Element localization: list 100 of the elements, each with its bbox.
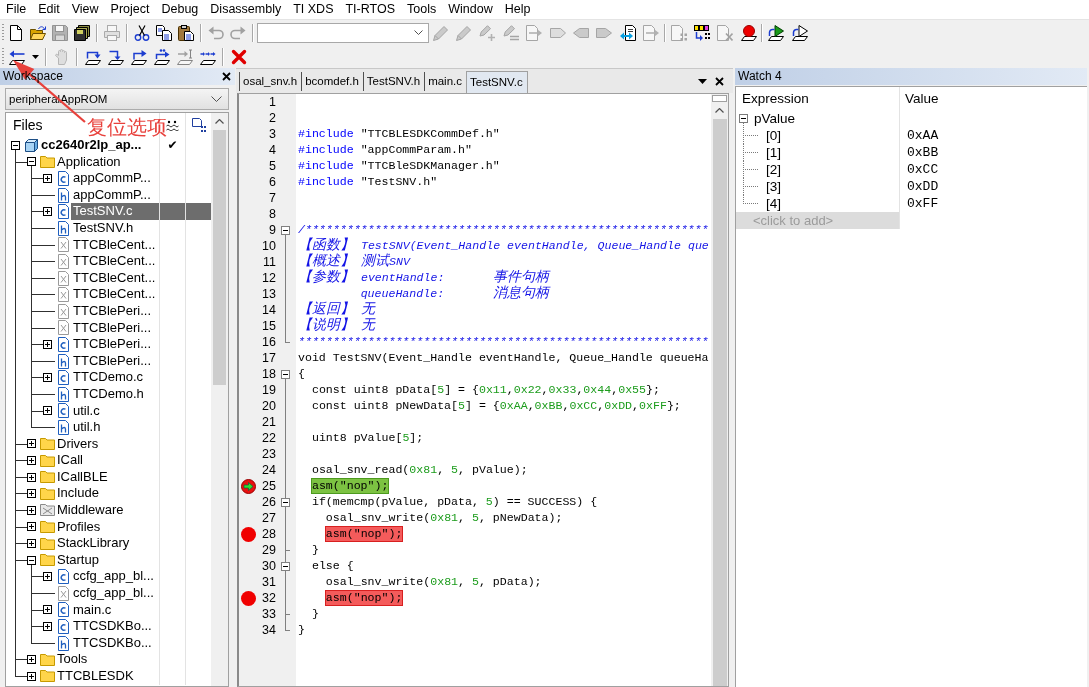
document-grid-icon[interactable] (191, 118, 206, 132)
scrollbar-track[interactable] (711, 94, 728, 686)
paste-icon[interactable] (178, 24, 194, 41)
tree-item[interactable]: TTCBlePeri... (71, 302, 159, 320)
plus-box-icon[interactable] (42, 572, 52, 582)
menu-item[interactable]: TI-RTOS (339, 0, 402, 19)
play-plate-icon[interactable] (768, 24, 785, 41)
plus-box-icon[interactable] (26, 505, 36, 515)
plus-box-icon[interactable] (42, 605, 52, 615)
tree-item[interactable]: util.c (71, 402, 159, 420)
plus-box-icon[interactable] (42, 174, 52, 183)
plus-box-icon[interactable] (26, 522, 36, 532)
dot-plate-icon[interactable] (740, 24, 757, 41)
watch-expression[interactable]: [1] (766, 144, 781, 161)
open-folder-icon[interactable] (30, 24, 46, 41)
tree-item[interactable]: Tools (55, 651, 159, 668)
editor-tab[interactable]: TestSNV.h (362, 72, 425, 91)
tree-item[interactable]: TTCBleCent... (71, 286, 159, 303)
new-file-icon[interactable] (8, 24, 24, 41)
tree-item[interactable]: util.h (71, 419, 159, 436)
minus-box-icon[interactable] (10, 140, 20, 150)
save-all-icon[interactable] (74, 24, 90, 41)
minus-box-icon[interactable] (26, 555, 36, 565)
menu-item[interactable]: Tools (401, 0, 443, 19)
close-icon[interactable] (715, 76, 724, 86)
menu-item[interactable]: Window (442, 0, 499, 19)
minus-box-icon[interactable] (280, 225, 290, 235)
cut-icon[interactable] (134, 24, 150, 41)
add-expression-field[interactable]: <click to add> (736, 212, 900, 229)
tree-item[interactable]: ccfg_app_bl... (71, 568, 159, 586)
tree-item[interactable]: appCommP... (71, 170, 159, 187)
plus-box-icon[interactable] (42, 406, 52, 416)
chevron-down-icon[interactable] (414, 30, 423, 35)
watch-expression[interactable]: pValue (754, 110, 796, 127)
grip-handle[interactable] (2, 23, 4, 42)
chevron-down-icon[interactable] (211, 96, 222, 102)
menu-item[interactable]: Project (104, 0, 156, 19)
tree-item[interactable]: TTCSDKBo... (71, 634, 159, 652)
document-swap-icon[interactable] (619, 24, 636, 41)
cross-icon[interactable] (230, 48, 247, 65)
plus-box-icon[interactable] (26, 671, 36, 681)
plus-box-icon[interactable] (42, 373, 52, 383)
minus-box-icon[interactable] (26, 157, 36, 167)
editor-tab[interactable]: TestSNV.c (466, 71, 528, 93)
tree-item[interactable]: TTCBleCent... (71, 253, 159, 270)
minus-box-icon[interactable] (280, 561, 290, 571)
caret-icon[interactable] (31, 54, 39, 59)
plus-box-icon[interactable] (42, 339, 52, 349)
caret-icon[interactable] (698, 78, 707, 84)
tree-item[interactable]: Drivers (55, 435, 159, 453)
plus-box-icon[interactable] (42, 207, 52, 217)
copy-icon[interactable] (156, 24, 172, 41)
plus-box-icon[interactable] (26, 439, 36, 449)
watch-expression[interactable]: [2] (766, 161, 781, 178)
menu-item[interactable]: TI XDS (287, 0, 340, 19)
chevron-up-icon[interactable] (215, 119, 224, 124)
menu-item[interactable]: View (65, 0, 105, 19)
minus-box-icon[interactable] (280, 497, 290, 507)
blocks-arrow-icon[interactable] (694, 24, 710, 41)
tree-item[interactable]: TTCDemo.c (71, 369, 159, 386)
tree-item[interactable]: TTCSDKBo... (71, 618, 159, 635)
tree-item[interactable]: cc2640r2lp_ap... (39, 137, 159, 154)
tree-item[interactable]: TestSNV.c (71, 203, 159, 220)
menu-item[interactable]: Edit (32, 0, 66, 19)
minus-box-icon[interactable] (280, 369, 290, 379)
watch-expression[interactable]: [0] (766, 127, 781, 144)
scrollbar-thumb[interactable] (712, 119, 727, 686)
plus-box-icon[interactable] (42, 622, 52, 631)
splitter-handle[interactable] (712, 95, 727, 102)
watch-expression[interactable]: [3] (766, 178, 781, 195)
plus-box-icon[interactable] (26, 472, 36, 482)
tree-item[interactable]: Application (55, 153, 159, 171)
tree-item[interactable]: ccfg_app_bl... (71, 585, 159, 602)
tree-item[interactable]: StackLibrary (55, 535, 159, 552)
squiggle-icon[interactable] (166, 119, 179, 131)
tree-item[interactable]: TestSNV.h (71, 219, 159, 237)
tree-item[interactable]: Profiles (55, 518, 159, 536)
step-into-icon[interactable] (107, 48, 124, 65)
tree-item[interactable]: Middleware (55, 502, 159, 519)
scrollbar-thumb[interactable] (213, 130, 226, 385)
plus-box-icon[interactable] (26, 655, 36, 665)
step-out-icon[interactable] (130, 48, 147, 65)
editor-tab[interactable]: osal_snv.h (239, 72, 302, 91)
chevron-up-icon[interactable] (715, 108, 724, 113)
minus-box-icon[interactable] (739, 114, 748, 123)
plus-box-icon[interactable] (26, 456, 36, 466)
column-header[interactable]: Files (13, 116, 43, 134)
tree-item[interactable]: ICall (55, 452, 159, 469)
tree-item[interactable]: appCommP... (71, 186, 159, 204)
menu-item[interactable]: Debug (155, 0, 205, 19)
dot-arrow-plate-icon[interactable] (153, 48, 170, 65)
tree-item[interactable]: TTCBLESDK (55, 668, 159, 685)
tree-item[interactable]: main.c (71, 601, 159, 619)
tree-item[interactable]: TTCBlePeri... (71, 319, 159, 337)
tree-item[interactable]: TTCDemo.h (71, 385, 159, 403)
tree-item[interactable]: Startup (55, 551, 159, 569)
scrollbar-track[interactable] (211, 113, 228, 686)
tree-item[interactable]: TTCBlePeri... (71, 352, 159, 370)
tree-item[interactable]: TTCBleCent... (71, 269, 159, 287)
tree-item[interactable]: ICallBLE (55, 468, 159, 486)
